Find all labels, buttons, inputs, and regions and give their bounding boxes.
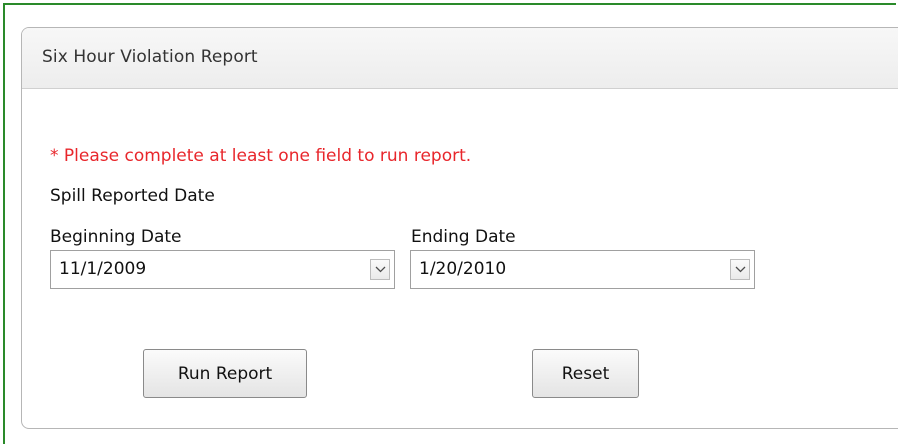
ending-date-select[interactable]: 1/20/2010	[410, 250, 755, 289]
chevron-down-icon	[735, 266, 746, 273]
beginning-date-select[interactable]: 11/1/2009	[50, 250, 395, 289]
panel-header: Six Hour Violation Report	[22, 28, 898, 89]
beginning-date-value: 11/1/2009	[59, 259, 147, 279]
ending-date-value: 1/20/2010	[419, 259, 507, 279]
ending-date-label: Ending Date	[411, 227, 516, 247]
spill-reported-date-label: Spill Reported Date	[50, 186, 215, 206]
panel-title: Six Hour Violation Report	[42, 47, 258, 67]
beginning-date-label: Beginning Date	[50, 227, 182, 247]
chevron-down-icon	[375, 266, 386, 273]
run-report-button[interactable]: Run Report	[143, 349, 307, 398]
ending-date-dropdown-button[interactable]	[730, 259, 750, 280]
beginning-date-dropdown-button[interactable]	[370, 259, 390, 280]
reset-button[interactable]: Reset	[532, 349, 639, 398]
validation-message: * Please complete at least one field to …	[50, 146, 472, 166]
